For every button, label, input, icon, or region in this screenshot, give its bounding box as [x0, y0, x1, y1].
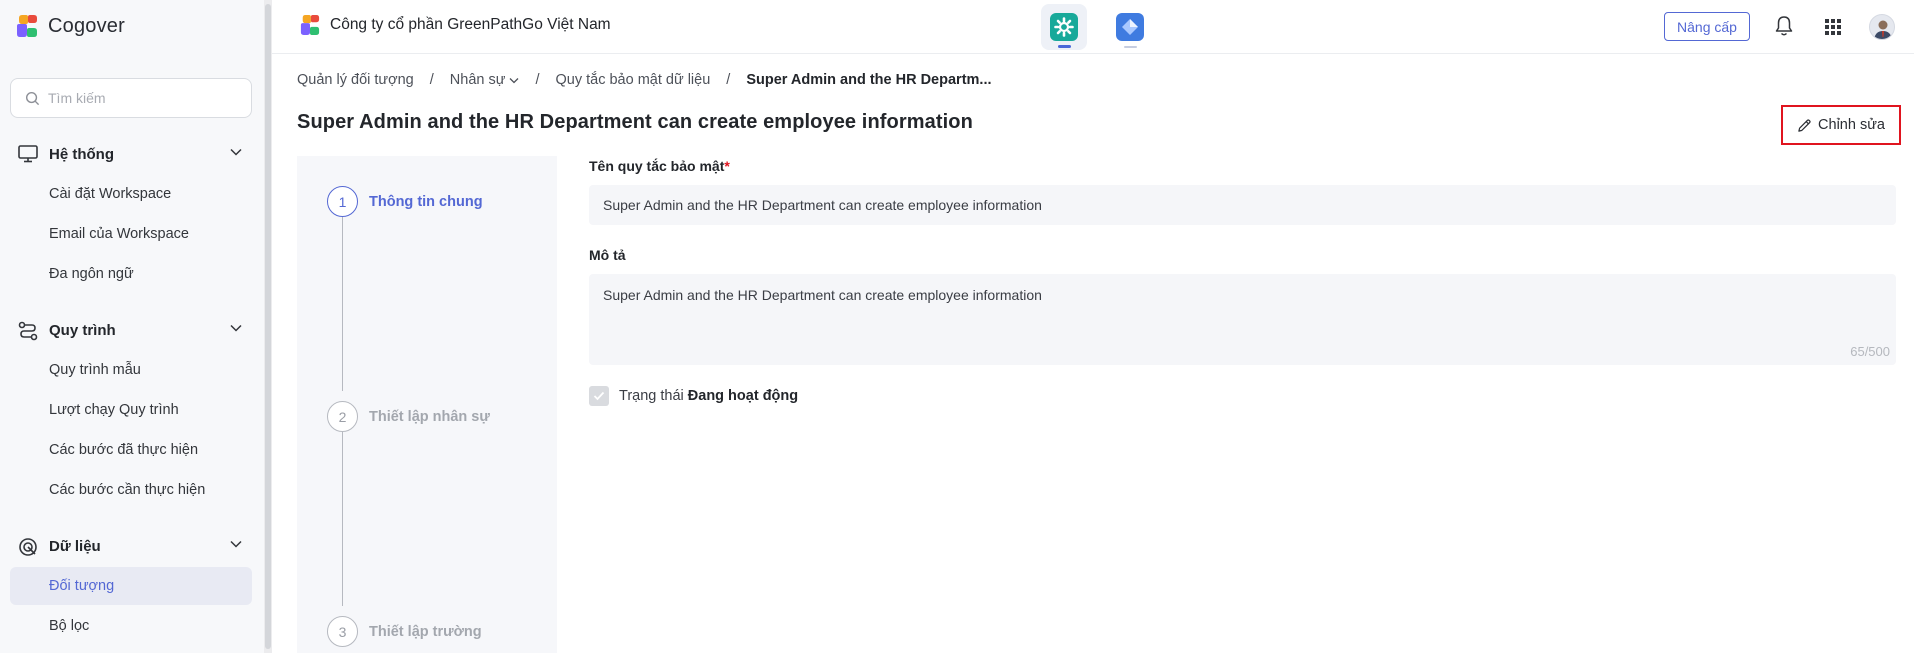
- company-logo-icon: [300, 15, 320, 35]
- step-label: Thông tin chung: [369, 193, 483, 210]
- sidebar-item-cac-buoc-da-thuc-hien[interactable]: Các bước đã thực hiện: [10, 431, 252, 469]
- required-mark: *: [724, 158, 730, 174]
- search-input[interactable]: [48, 90, 238, 106]
- status-value: Đang hoạt động: [687, 388, 799, 404]
- stepper-connector: [342, 418, 343, 606]
- chevron-down-icon[interactable]: [230, 324, 242, 332]
- sidebar-item-bo-loc[interactable]: Bộ lọc: [10, 607, 252, 645]
- brand[interactable]: Cogover: [16, 14, 125, 38]
- chevron-down-icon[interactable]: [230, 148, 242, 156]
- breadcrumb-current: Super Admin and the HR Departm...: [746, 72, 992, 88]
- step-number: 1: [327, 186, 358, 217]
- step-number: 3: [327, 616, 358, 647]
- stepper-connector: [342, 203, 343, 391]
- breadcrumb-separator: /: [726, 72, 731, 88]
- company-switcher[interactable]: Công ty cổ phần GreenPathGo Việt Nam: [300, 14, 611, 36]
- active-app-indicator: [1058, 45, 1071, 48]
- description-field[interactable]: Super Admin and the HR Department can cr…: [589, 274, 1896, 365]
- avatar[interactable]: [1869, 14, 1895, 40]
- sidebar-item-quy-trinh-mau[interactable]: Quy trình mẫu: [10, 351, 252, 389]
- step-thiet-lap-truong[interactable]: 3 Thiết lập trường: [327, 616, 482, 647]
- step-label: Thiết lập trường: [369, 623, 482, 640]
- status-text: Trạng thái Đang hoạt động: [619, 388, 798, 404]
- sidebar-item-cai-dat-workspace[interactable]: Cài đặt Workspace: [10, 175, 252, 213]
- sidebar-item-email-workspace[interactable]: Email của Workspace: [10, 215, 252, 253]
- user-avatar-icon: [1874, 20, 1892, 39]
- sidebar-scrollbar[interactable]: [264, 0, 272, 653]
- description-label: Mô tả: [589, 247, 626, 263]
- page-title: Super Admin and the HR Department can cr…: [297, 111, 973, 133]
- search-icon: [25, 91, 40, 105]
- step-thiet-lap-nhan-su[interactable]: 2 Thiết lập nhân sự: [327, 401, 490, 432]
- status-row: Trạng thái Đang hoạt động: [589, 386, 798, 406]
- scrollbar-thumb[interactable]: [265, 4, 271, 649]
- chevron-down-icon[interactable]: [230, 540, 242, 548]
- pencil-icon: [1798, 118, 1811, 132]
- upgrade-button[interactable]: Nâng cấp: [1664, 12, 1750, 41]
- edit-button[interactable]: Chỉnh sửa: [1781, 105, 1901, 145]
- stepper: 1 Thông tin chung 2 Thiết lập nhân sự 3 …: [297, 156, 557, 653]
- bell-icon[interactable]: [1774, 15, 1794, 37]
- character-counter: 65/500: [1850, 344, 1890, 359]
- sidebar-search[interactable]: [10, 78, 252, 118]
- rule-name-label: Tên quy tắc bảo mật*: [589, 158, 730, 174]
- company-name: Công ty cổ phần GreenPathGo Việt Nam: [330, 16, 611, 33]
- cogover-logo-icon: [17, 15, 37, 37]
- sidebar-item-luot-chay-quy-trinh[interactable]: Lượt chạy Quy trình: [10, 391, 252, 429]
- chevron-down-icon: [509, 77, 519, 83]
- app-indicator: [1124, 46, 1137, 48]
- sidebar-item-da-ngon-ngu[interactable]: Đa ngôn ngữ: [10, 255, 252, 293]
- breadcrumb: Quản lý đối tượng / Nhân sự / Quy tắc bả…: [297, 72, 992, 88]
- sidebar-group-he-thong[interactable]: Hệ thống: [0, 134, 264, 174]
- sidebar-group-label: Quy trình: [49, 321, 116, 339]
- breadcrumb-item-dropdown[interactable]: Nhân sự: [450, 72, 520, 88]
- step-thong-tin-chung[interactable]: 1 Thông tin chung: [327, 186, 483, 217]
- sidebar-group-label: Dữ liệu: [49, 537, 101, 555]
- app-tab-diamond[interactable]: [1107, 4, 1153, 50]
- sidebar-item-cac-buoc-can-thuc-hien[interactable]: Các bước cần thực hiện: [10, 471, 252, 509]
- rule-name-field[interactable]: Super Admin and the HR Department can cr…: [589, 185, 1896, 225]
- monitor-icon: [18, 145, 38, 163]
- settings-app-icon: [1050, 13, 1078, 41]
- breadcrumb-separator: /: [535, 72, 540, 88]
- description-value: Super Admin and the HR Department can cr…: [603, 287, 1042, 303]
- topbar: Công ty cổ phần GreenPathGo Việt Nam Nân…: [272, 0, 1914, 54]
- sidebar-group-quy-trinh[interactable]: Quy trình: [0, 310, 264, 350]
- workflow-icon: [18, 321, 38, 341]
- step-number: 2: [327, 401, 358, 432]
- apps-grid-icon[interactable]: [1825, 19, 1841, 35]
- breadcrumb-item[interactable]: Quy tắc bảo mật dữ liệu: [555, 72, 710, 88]
- breadcrumb-item[interactable]: Quản lý đối tượng: [297, 72, 414, 88]
- sidebar-item-doi-tuong[interactable]: Đối tượng: [10, 567, 252, 605]
- status-prefix: Trạng thái: [619, 388, 684, 404]
- sidebar: Cogover Hệ thống Cài đặt Workspace Email…: [0, 0, 264, 653]
- edit-button-label: Chỉnh sửa: [1818, 117, 1885, 133]
- step-label: Thiết lập nhân sự: [369, 408, 490, 425]
- breadcrumb-separator: /: [429, 72, 434, 88]
- data-icon: [19, 538, 37, 556]
- status-checkbox[interactable]: [589, 386, 609, 406]
- app-tab-settings[interactable]: [1041, 4, 1087, 50]
- rule-name-label-text: Tên quy tắc bảo mật: [589, 158, 725, 174]
- app-name: Cogover: [48, 14, 125, 37]
- sidebar-group-du-lieu[interactable]: Dữ liệu: [0, 526, 264, 566]
- sidebar-group-label: Hệ thống: [49, 145, 114, 163]
- diamond-app-icon: [1116, 13, 1144, 41]
- breadcrumb-item-label: Nhân sự: [449, 72, 506, 88]
- check-icon: [593, 391, 605, 401]
